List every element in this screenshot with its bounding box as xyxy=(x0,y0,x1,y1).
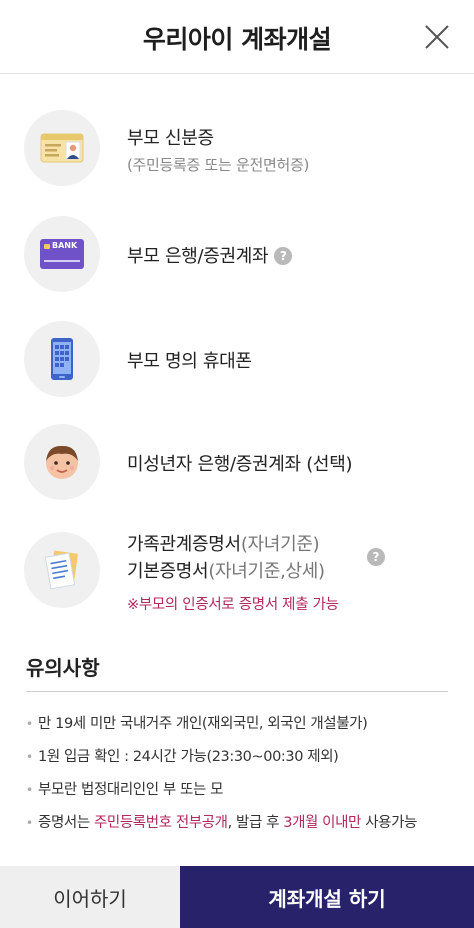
child-face-icon xyxy=(24,424,100,500)
notice-item: 만 19세 미만 국내거주 개인(재외국민, 외국인 개설불가) xyxy=(26,714,456,747)
notice-title: 유의사항 xyxy=(26,656,100,680)
help-icon[interactable]: ? xyxy=(367,548,385,566)
requirement-phone: 부모 명의 휴대폰 xyxy=(24,321,454,397)
notice-text: 사용가능 xyxy=(361,815,417,831)
continue-button[interactable]: 이어하기 xyxy=(0,866,180,928)
requirement-bank: BANK 부모 은행/증권계좌? xyxy=(24,216,454,292)
close-icon[interactable] xyxy=(422,22,452,52)
requirement-id-card: 부모 신분증 (주민등록증 또는 운전면허증) xyxy=(24,110,454,186)
notice-list: 만 19세 미만 국내거주 개인(재외국민, 외국인 개설불가) 1원 입금 확… xyxy=(26,714,456,846)
notice-item: 1원 입금 확인 : 24시간 가능(23:30~00:30 제외) xyxy=(26,747,456,780)
notice-divider xyxy=(26,691,448,692)
page-title: 우리아이 계좌개설 xyxy=(142,25,332,54)
help-icon[interactable]: ? xyxy=(274,247,293,265)
requirement-label: 미성년자 은행/증권계좌 (선택) xyxy=(127,454,353,475)
documents-line1: 가족관계증명서(자녀기준) xyxy=(127,530,320,556)
notice-highlight: 3개월 이내만 xyxy=(283,815,361,831)
smartphone-icon xyxy=(24,321,100,397)
notice-item: 부모란 법정대리인인 부 또는 모 xyxy=(26,780,456,813)
requirement-sub: (주민등록증 또는 운전면허증) xyxy=(127,156,310,174)
requirement-documents: 가족관계증명서(자녀기준) 기본증명서(자녀기준,상세) ? ※부모의 인증서로… xyxy=(24,530,454,620)
bottom-action-bar: 이어하기 계좌개설 하기 xyxy=(0,866,474,928)
id-card-icon xyxy=(24,110,100,186)
documents-line2-main: 기본증명서 xyxy=(127,561,209,582)
documents-line1-main: 가족관계증명서 xyxy=(127,534,241,555)
documents-line2-paren: (자녀기준,상세) xyxy=(208,561,325,582)
header: 우리아이 계좌개설 xyxy=(0,0,474,74)
document-icon xyxy=(24,532,100,608)
requirement-label: 부모 명의 휴대폰 xyxy=(127,351,252,372)
requirement-minor: 미성년자 은행/증권계좌 (선택) xyxy=(24,424,454,500)
open-account-button[interactable]: 계좌개설 하기 xyxy=(180,866,474,928)
notice-text: 증명서는 xyxy=(38,815,94,831)
requirement-label: 부모 신분증 xyxy=(127,128,214,149)
documents-note: ※부모의 인증서로 증명서 제출 가능 xyxy=(127,597,339,613)
notice-item: 증명서는 주민등록번호 전부공개, 발급 후 3개월 이내만 사용가능 xyxy=(26,813,456,846)
documents-line2: 기본증명서(자녀기준,상세) xyxy=(127,557,325,583)
bank-card-text: BANK xyxy=(52,241,78,250)
notice-highlight: 주민등록번호 전부공개 xyxy=(93,815,228,831)
documents-line1-paren: (자녀기준) xyxy=(240,534,320,555)
requirement-label-text: 부모 은행/증권계좌 xyxy=(127,246,269,267)
notice-text: , 발급 후 xyxy=(227,815,284,831)
bank-card-icon: BANK xyxy=(24,216,100,292)
requirement-label: 부모 은행/증권계좌? xyxy=(127,242,293,268)
